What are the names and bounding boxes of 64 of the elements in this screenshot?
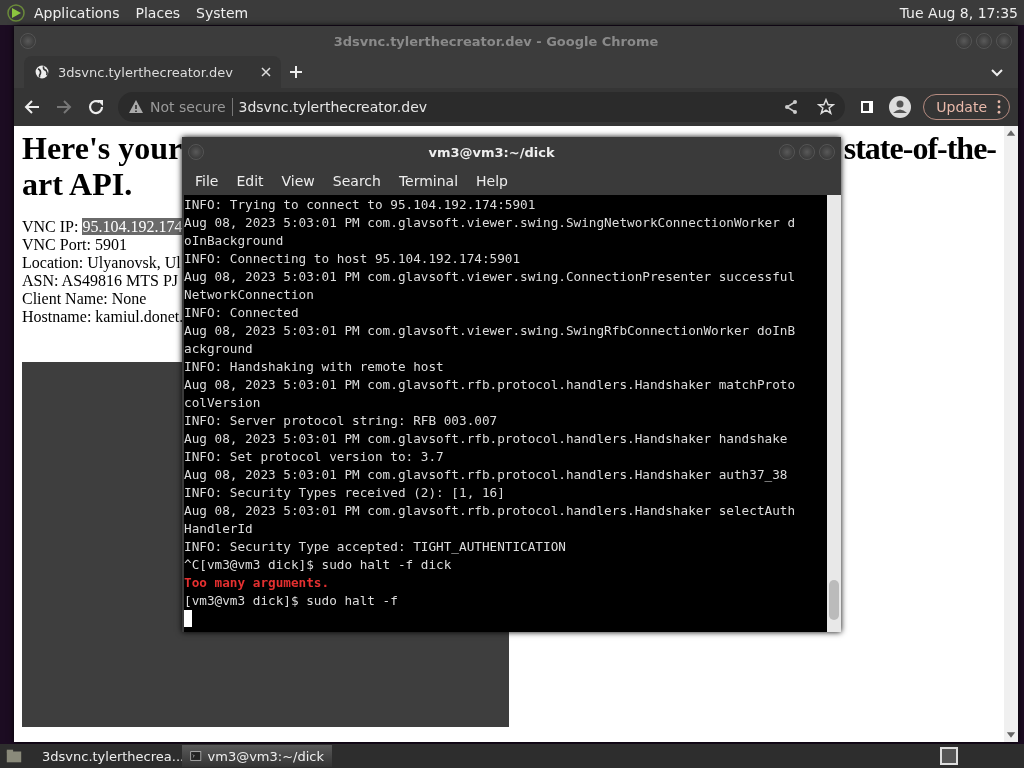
terminal-line: INFO: Set protocol version to: 3.7 [184,448,445,466]
terminal-line: INFO: Connecting to host 95.104.192.174:5901 [184,250,522,268]
terminal-line: HandlerId [184,520,254,538]
browser-tab[interactable]: 3dsvnc.tylerthecreator.dev [24,56,282,88]
menu-item[interactable]: Edit [227,173,273,189]
terminal-line: INFO: Handshaking with remote host [184,358,445,376]
address-bar[interactable]: Not secure 3dsvnc.tylerthecreator.dev [118,92,846,122]
terminal-line: [vm3@vm3 dick]$ sudo halt -f [184,592,399,610]
terminal-line: INFO: Trying to connect to 95.104.192.174:5901 [184,196,537,214]
text-cursor [184,610,192,627]
terminal-line: Aug 08, 2023 5:03:01 PM com.glavsoft.viewer.swing.SwingNetworkConnectionWorker d [184,214,797,232]
error-line: Too many arguments. [184,574,331,592]
share-icon[interactable] [783,99,800,115]
window-title: 3dsvnc.tylerthecreator.dev - Google Chrome [332,33,660,49]
page-heading: art API. [22,166,133,202]
info-line: Client Name: None [22,290,147,308]
terminal-line: Aug 08, 2023 5:03:01 PM com.glavsoft.rfb.protocol.handlers.Handshaker auth37_38 [184,466,789,484]
terminal-line: INFO: Server protocol string: RFB 003.007 [184,412,499,430]
terminal-line: INFO: Connected [184,304,300,322]
terminal-line: Aug 08, 2023 5:03:01 PM com.glavsoft.rfb.protocol.handlers.Handshaker selectAuth [184,502,797,520]
scrollbar[interactable] [827,195,841,632]
terminal-icon [190,749,202,763]
terminal-line: Aug 08, 2023 5:03:01 PM com.glavsoft.viewer.swing.SwingRfbConnectionWorker doInB [184,322,797,340]
reload-icon[interactable] [86,97,106,117]
new-tab-icon[interactable] [289,65,304,79]
info-line: VNC Port: 5901 [22,236,127,254]
terminal-line: NetworkConnection [184,286,315,304]
info-line: ASN: AS49816 MTS PJ [22,272,179,290]
panel-menu[interactable]: Places [127,4,189,21]
play-logo-icon[interactable] [6,2,26,23]
terminal-line: Aug 08, 2023 5:03:01 PM com.glavsoft.rfb.protocol.handlers.Handshaker handshake [184,430,789,448]
menu-item[interactable]: File [186,173,228,189]
scrollbar[interactable] [1004,126,1018,742]
window-title: vm3@vm3:~/dick [427,144,556,160]
kebab-menu-icon[interactable] [997,100,1001,114]
terminal-line: colVersion [184,394,262,412]
panel-menu[interactable]: Applications [26,4,128,21]
info-line: Location: Ulyanovsk, Ul [22,254,181,272]
star-icon[interactable] [817,98,836,116]
close-icon[interactable] [261,67,272,77]
workspace-switcher[interactable] [940,747,958,765]
terminal-line: ackground [184,340,254,358]
panel-menu[interactable]: System [188,4,257,21]
terminal-line: ^C[vm3@vm3 dick]$ sudo halt -f dick [184,556,453,574]
menu-item[interactable]: View [272,173,324,189]
page-heading: state-of-the- [843,130,996,166]
menu-item[interactable]: Search [323,173,390,189]
terminal-line: Aug 08, 2023 5:03:01 PM com.glavsoft.viewer.swing.ConnectionPresenter successful [184,268,797,286]
terminal-line: Aug 08, 2023 5:03:01 PM com.glavsoft.rfb.protocol.handlers.Handshaker matchProto [184,376,797,394]
globe-icon [34,64,50,80]
url-text: 3dsvnc.tylerthecreator.dev [238,99,429,115]
terminal-line: INFO: Security Types received (2): [1, 16] [184,484,506,502]
profile-avatar-icon[interactable] [889,96,912,118]
clock[interactable]: Tue Aug 8, 17:35 [899,4,1024,21]
menu-item[interactable]: Terminal [389,173,468,189]
terminal-line: oInBackground [184,232,285,250]
warning-icon[interactable] [128,99,144,115]
info-line: Hostname: kamiul.donet. [22,308,184,326]
taskbar-button[interactable]: vm3@vm3:~/dick [182,745,332,767]
page-heading: Here's your [22,130,183,166]
terminal-line: INFO: Security Type accepted: TIGHT_AUTHENTICATION [184,538,567,556]
menu-item[interactable]: Help [467,173,517,189]
security-label: Not secure [150,99,226,115]
info-line: VNC IP: 95.104.192.174 [22,218,183,236]
